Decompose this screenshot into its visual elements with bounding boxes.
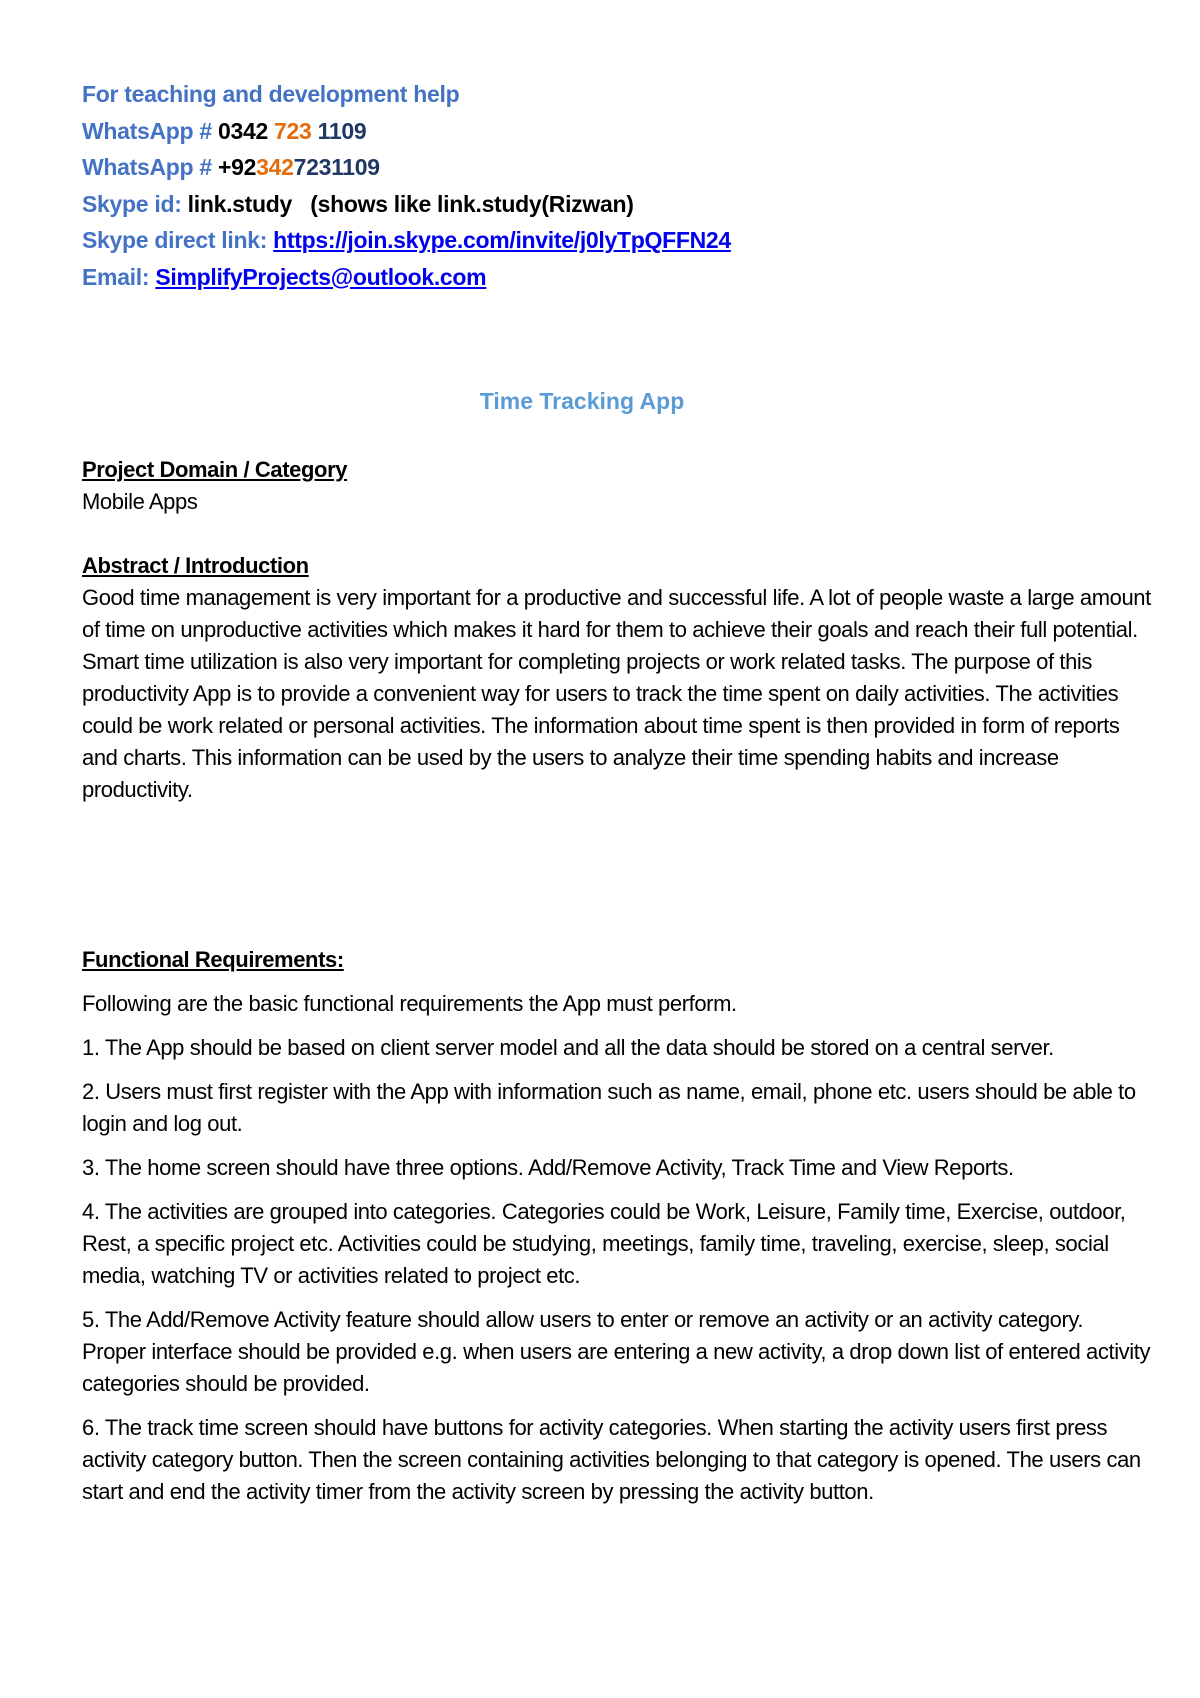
- skype-id-value: link.study (shows like link.study(Rizwan…: [187, 190, 634, 217]
- email-link[interactable]: SimplifyProjects@outlook.com: [155, 264, 486, 290]
- abstract-text: Good time management is very important f…: [82, 585, 1151, 802]
- whatsapp-number-part: 723: [274, 117, 312, 144]
- whatsapp-label: WhatsApp #: [82, 117, 218, 144]
- skype-id-label: Skype id:: [82, 190, 188, 217]
- domain-heading: Project Domain / Category: [82, 457, 348, 482]
- email-label: Email:: [82, 263, 156, 290]
- whatsapp-label: WhatsApp #: [82, 154, 218, 180]
- requirement-item: 2. Users must first register with the Ap…: [82, 1079, 1136, 1136]
- skype-link-label: Skype direct link:: [82, 227, 274, 253]
- skype-id-line: Skype id: link.study (shows like link.st…: [82, 186, 1152, 223]
- skype-link-line: Skype direct link: https://join.skype.co…: [82, 222, 1152, 259]
- contact-intro-text: For teaching and development help: [82, 81, 460, 107]
- domain-value: Mobile Apps: [82, 489, 198, 514]
- whatsapp-number-part: +92: [217, 154, 257, 180]
- whatsapp-line-2: WhatsApp # +923427231109: [82, 149, 1152, 186]
- email-line: Email: SimplifyProjects@outlook.com: [82, 259, 1152, 296]
- document-page: For teaching and development help WhatsA…: [82, 76, 1152, 1504]
- skype-invite-link[interactable]: https://join.skype.com/invite/j0lyTpQFFN…: [273, 227, 731, 253]
- requirement-item: 5. The Add/Remove Activity feature shoul…: [82, 1307, 1151, 1396]
- whatsapp-number-part: 342: [256, 154, 294, 180]
- whatsapp-number-part: 0342: [217, 117, 275, 144]
- abstract-section: Abstract / Introduction Good time manage…: [82, 550, 1152, 806]
- contact-intro: For teaching and development help: [82, 76, 1152, 113]
- domain-section: Project Domain / Category Mobile Apps: [82, 454, 1152, 518]
- requirement-item: 4. The activities are grouped into categ…: [82, 1199, 1126, 1288]
- requirement-item: 3. The home screen should have three opt…: [82, 1155, 1014, 1180]
- contact-block: For teaching and development help WhatsA…: [82, 76, 1152, 295]
- whatsapp-number-part: 7231109: [293, 154, 380, 180]
- whatsapp-number-part: 1109: [311, 117, 367, 144]
- requirements-section: Functional Requirements: Following are t…: [82, 944, 1152, 1520]
- document-title: Time Tracking App: [479, 388, 685, 414]
- whatsapp-line-1: WhatsApp # 0342 723 1109: [82, 113, 1152, 150]
- requirement-item: 1. The App should be based on client ser…: [82, 1035, 1054, 1060]
- abstract-heading: Abstract / Introduction: [82, 553, 309, 578]
- requirements-intro: Following are the basic functional requi…: [82, 991, 737, 1016]
- requirements-heading: Functional Requirements:: [82, 947, 344, 972]
- requirement-item: 6. The track time screen should have but…: [82, 1415, 1141, 1504]
